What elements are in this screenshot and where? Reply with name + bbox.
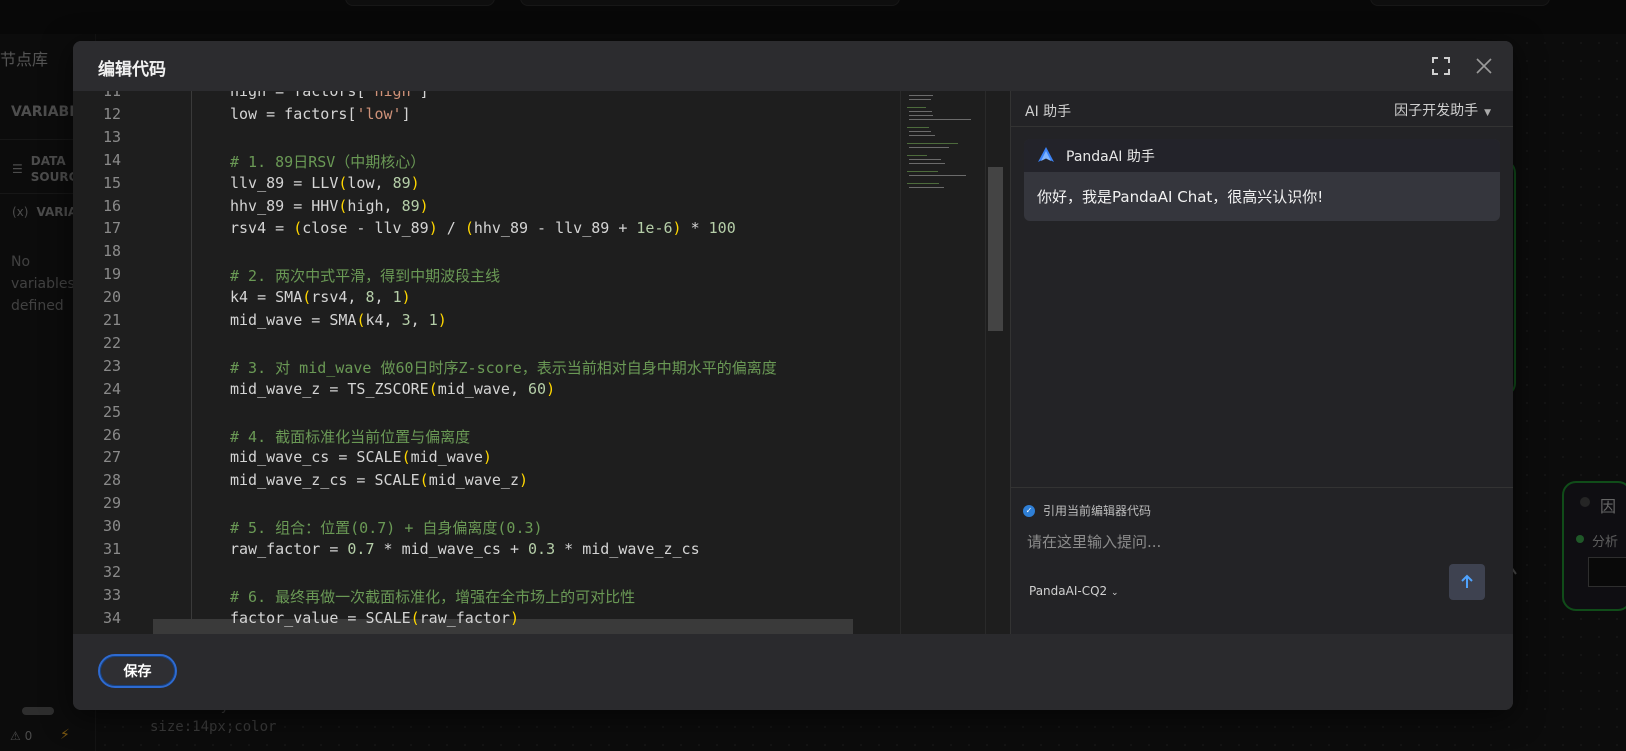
line-number: 29 (102, 494, 121, 513)
minimap-line (909, 111, 933, 112)
line-number: 26 (102, 425, 121, 444)
minimap-line (909, 99, 931, 100)
arrow-up-icon (1461, 574, 1473, 588)
code-line[interactable]: llv_89 = LLV(low, 89) (230, 174, 420, 192)
line-number: 18 (102, 242, 121, 261)
line-number: 33 (102, 585, 121, 604)
use-editor-code-label: 引用当前编辑器代码 (1043, 504, 1152, 518)
fullscreen-icon[interactable] (1430, 55, 1452, 77)
panda-logo-icon (1038, 146, 1054, 162)
minimap-line (907, 155, 927, 156)
code-line[interactable]: hhv_89 = HHV(high, 89) (230, 197, 429, 215)
line-number: 20 (102, 288, 121, 307)
minimap-line (907, 183, 939, 184)
scrollbar-thumb[interactable] (988, 167, 1003, 331)
line-number: 22 (102, 333, 121, 352)
chevron-down-icon: ⌄ (1111, 588, 1119, 598)
minimap-line (907, 143, 958, 144)
code-line[interactable]: # 3. 对 mid_wave 做60日时序Z-score，表示当前相对自身中期… (230, 357, 777, 378)
line-number: 27 (102, 448, 121, 467)
indent-guide (191, 91, 192, 634)
line-number: 28 (102, 471, 121, 490)
prompt-input[interactable] (1027, 530, 1407, 554)
modal-title: 编辑代码 (98, 60, 166, 80)
code-line[interactable]: rsv4 = (close - llv_89) / (hhv_89 - llv_… (230, 219, 736, 237)
vertical-scrollbar[interactable] (985, 91, 1004, 634)
minimap-line (909, 147, 949, 148)
code-line[interactable]: # 5. 组合：位置(0.7) + 自身偏离度(0.3) (230, 517, 543, 538)
minimap-line (909, 159, 941, 160)
ai-input-area: ✓ 引用当前编辑器代码 PandaAI-CQ2 ⌄ (1011, 487, 1513, 634)
minimap-line (909, 95, 934, 96)
model-selector[interactable]: PandaAI-CQ2 ⌄ (1029, 584, 1119, 598)
line-number: 16 (102, 196, 121, 215)
code-line[interactable]: mid_wave_cs = SCALE(mid_wave) (230, 448, 492, 466)
code-line[interactable]: factor_value = SCALE(raw_factor) (230, 609, 519, 627)
modal-footer: 保存 (73, 634, 1513, 710)
minimap-line (909, 175, 967, 176)
line-number: 14 (102, 150, 121, 169)
line-number: 19 (102, 265, 121, 284)
code-minimap[interactable] (900, 91, 985, 634)
code-line[interactable]: high = factors['high'] (230, 91, 429, 100)
minimap-line (909, 115, 934, 116)
minimap-line (909, 131, 931, 132)
code-line[interactable]: low = factors['low'] (230, 105, 411, 123)
line-number: 30 (102, 517, 121, 536)
line-number: 31 (102, 540, 121, 558)
modal-header: 编辑代码 (73, 41, 1513, 91)
ai-panel-header: AI 助手 因子开发助手 ▼ (1011, 91, 1513, 127)
code-line[interactable]: # 6. 最终再做一次截面标准化，增强在全市场上的可对比性 (230, 586, 635, 607)
caret-down-icon: ▼ (1484, 108, 1491, 118)
ai-panel-title: AI 助手 (1025, 104, 1072, 120)
line-number: 34 (102, 608, 121, 627)
assistant-message: PandaAI 助手 你好，我是PandaAI Chat，很高兴认识你! (1024, 139, 1500, 221)
save-button[interactable]: 保存 (98, 654, 177, 688)
line-number: 24 (102, 379, 121, 398)
minimap-line (909, 135, 936, 136)
line-number: 12 (102, 104, 121, 123)
code-line[interactable]: mid_wave_z_cs = SCALE(mid_wave_z) (230, 471, 528, 489)
assistant-mode-dropdown[interactable]: 因子开发助手 ▼ (1394, 100, 1491, 120)
use-editor-code-checkbox[interactable]: ✓ 引用当前编辑器代码 (1023, 502, 1151, 519)
assistant-greeting: 你好，我是PandaAI Chat，很高兴认识你! (1037, 188, 1324, 206)
line-number: 21 (102, 311, 121, 329)
line-number: 25 (102, 402, 121, 421)
code-line[interactable]: # 4. 截面标准化当前位置与偏离度 (230, 426, 470, 447)
assistant-message-header: PandaAI 助手 (1024, 139, 1500, 172)
line-number: 15 (102, 173, 121, 192)
code-line[interactable]: # 2. 两次中式平滑，得到中期波段主线 (230, 265, 500, 286)
code-line[interactable]: mid_wave_z = TS_ZSCORE(mid_wave, 60) (230, 380, 555, 398)
assistant-mode-label: 因子开发助手 (1394, 103, 1479, 119)
minimap-line (907, 127, 929, 128)
model-label: PandaAI-CQ2 (1029, 584, 1108, 598)
code-line[interactable]: raw_factor = 0.7 * mid_wave_cs + 0.3 * m… (230, 540, 700, 558)
minimap-line (909, 119, 971, 120)
minimap-line (907, 171, 938, 172)
line-number: 32 (102, 562, 121, 581)
edit-code-modal: 编辑代码 11 high = factors['high'] 12 low = fac… (73, 41, 1513, 710)
minimap-line (909, 163, 946, 164)
code-line[interactable]: # 1. 89日RSV（中期核心） (230, 151, 425, 172)
minimap-line (907, 107, 926, 108)
code-line[interactable]: k4 = SMA(rsv4, 8, 1) (230, 288, 411, 306)
check-icon: ✓ (1023, 504, 1035, 517)
close-icon[interactable] (1473, 55, 1495, 77)
ai-assistant-panel: AI 助手 因子开发助手 ▼ PandaAI 助手 你好，我是PandaAI Ch… (1010, 91, 1513, 634)
line-number: 11 (102, 91, 121, 100)
minimap-line (909, 187, 945, 188)
code-editor[interactable]: 11 high = factors['high'] 12 low = factors[… (73, 91, 1010, 634)
line-number: 23 (102, 356, 121, 375)
line-number: 13 (102, 127, 121, 146)
line-number: 17 (102, 219, 121, 238)
send-button[interactable] (1449, 564, 1485, 600)
assistant-name: PandaAI 助手 (1066, 148, 1155, 165)
code-line[interactable]: mid_wave = SMA(k4, 3, 1) (230, 311, 447, 329)
